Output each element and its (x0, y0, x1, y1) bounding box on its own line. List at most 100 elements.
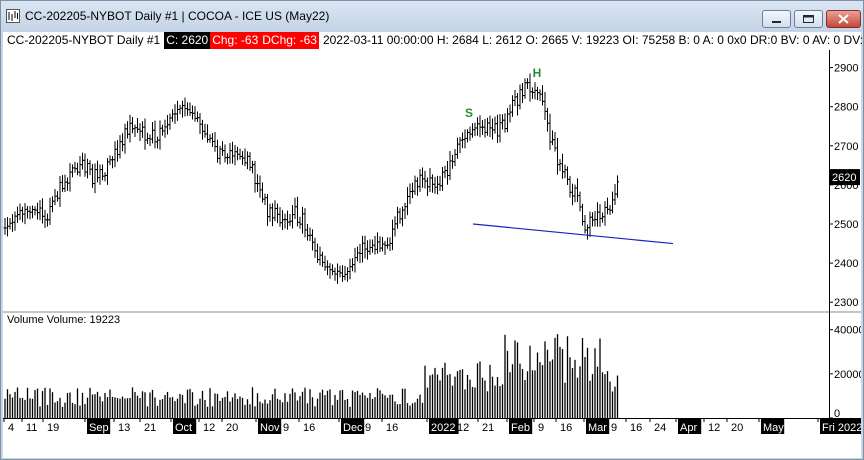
date-label-text: 9 (365, 422, 371, 434)
ohlc-bar (583, 215, 587, 234)
date-label-14: 16 (381, 418, 398, 434)
ohlc-bar (411, 182, 414, 199)
ohlc-bar (66, 177, 69, 191)
date-label-text: Sep (89, 422, 109, 434)
date-label-text: Feb (511, 422, 530, 434)
ohlc-bar (578, 191, 582, 212)
ohlc-bar (178, 104, 182, 115)
date-label-text: 11 (26, 422, 37, 434)
ohlc-bar (318, 246, 322, 266)
ohlc-bar (71, 164, 74, 178)
date-label-21: Mar (583, 418, 610, 434)
date-label-text: 21 (482, 422, 494, 434)
ohlc-bar (63, 174, 67, 192)
date-label-12: Dec (338, 418, 365, 434)
chart-canvas[interactable]: 29002800270026002500240023002620 4000020… (3, 32, 861, 458)
ohlc-bar (23, 203, 27, 225)
ohlc-bar (498, 114, 502, 143)
ohlc-bar (246, 151, 249, 170)
minimize-button[interactable] (762, 10, 791, 28)
ohlc-bar (171, 109, 174, 122)
volume-tick-label: 40000 (834, 325, 861, 337)
ohlc-bar (283, 213, 287, 229)
ohlc-bar (601, 212, 604, 223)
ohlc-bar (303, 208, 307, 238)
ohlc-bar (616, 175, 619, 198)
title-bar[interactable]: CC-202205-NYBOT Daily #1 | COCOA - ICE U… (1, 1, 863, 31)
ohlc-bar (453, 149, 457, 167)
price-tick-label: 2700 (834, 141, 858, 153)
ohlc-bar (308, 227, 312, 242)
ohlc-bar (321, 251, 324, 267)
ohlc-bar (161, 124, 164, 136)
ohlc-bar (501, 114, 504, 130)
ohlc-bar (238, 148, 242, 160)
ohlc-bar (563, 164, 567, 179)
ohlc-bar (221, 141, 224, 156)
ohlc-bar (168, 113, 172, 130)
ohlc-bar (346, 267, 349, 282)
volume-bars (4, 334, 619, 418)
ohlc-bar (373, 235, 377, 255)
ohlc-bar (591, 212, 594, 227)
ohlc-bar (301, 206, 304, 234)
date-label-26: 12 (703, 418, 720, 434)
ohlc-bar (226, 153, 229, 165)
chart-client-area[interactable]: CC-202205-NYBOT Daily #1 C: 2620 Chg: -63 D… (3, 32, 864, 458)
date-label-18: Feb (506, 418, 533, 434)
chart-app-icon (6, 9, 20, 23)
ohlc-bar (588, 211, 592, 237)
ohlc-bar (93, 163, 97, 194)
date-label-text: 13 (118, 422, 130, 434)
date-label-8: 20 (221, 418, 238, 434)
ohlc-bar (258, 175, 262, 198)
ohlc-bar (78, 156, 82, 177)
ohlc-bar (448, 150, 452, 181)
ohlc-bar (56, 191, 59, 202)
ohlc-bar (436, 175, 439, 195)
price-axis: 29002800270026002500240023002620 (829, 63, 860, 309)
ohlc-bar (98, 164, 102, 185)
ohlc-bar (541, 85, 544, 106)
ohlc-bar (466, 129, 469, 143)
date-label-15: 2022 (426, 418, 459, 434)
ohlc-bar (328, 263, 332, 279)
ohlc-bar (413, 175, 417, 195)
ohlc-bar (183, 97, 187, 117)
ohlc-bar (551, 130, 554, 146)
close-button[interactable] (826, 10, 861, 28)
ohlc-bar (433, 176, 437, 194)
ohlc-bar (311, 229, 314, 251)
ohlc-bar (553, 131, 557, 152)
ohlc-bar (176, 100, 179, 121)
ohlc-bar (193, 106, 197, 122)
neckline-trendline[interactable] (472, 223, 674, 245)
ohlc-bar (461, 132, 464, 149)
ohlc-bar (531, 87, 534, 99)
maximize-button[interactable] (794, 10, 823, 28)
ohlc-bar (133, 124, 137, 137)
maximize-icon (803, 15, 814, 23)
ohlc-bar (286, 210, 289, 230)
date-label-3: Sep (84, 418, 111, 434)
date-label-text: 12 (203, 422, 215, 434)
ohlc-bar (438, 175, 442, 191)
ohlc-bar (338, 265, 342, 278)
ohlc-bar (306, 223, 309, 241)
date-label-text: May (763, 422, 784, 434)
date-label-text: 12 (708, 422, 720, 434)
ohlc-bar (361, 235, 364, 263)
date-label-text: 9 (283, 422, 289, 434)
ohlc-bar (611, 191, 614, 214)
left-shoulder-label: S (465, 106, 473, 120)
ohlc-bar (408, 183, 412, 205)
ohlc-bar (476, 117, 479, 136)
volume-axis: 40000 20000 0 (829, 325, 861, 420)
ohlc-bar (516, 93, 519, 116)
ohlc-bar (138, 123, 142, 142)
ohlc-bar (216, 139, 219, 163)
ohlc-bar (163, 119, 167, 138)
ohlc-bar (263, 193, 267, 206)
ohlc-bar (111, 156, 114, 169)
ohlc-bar (103, 172, 107, 182)
